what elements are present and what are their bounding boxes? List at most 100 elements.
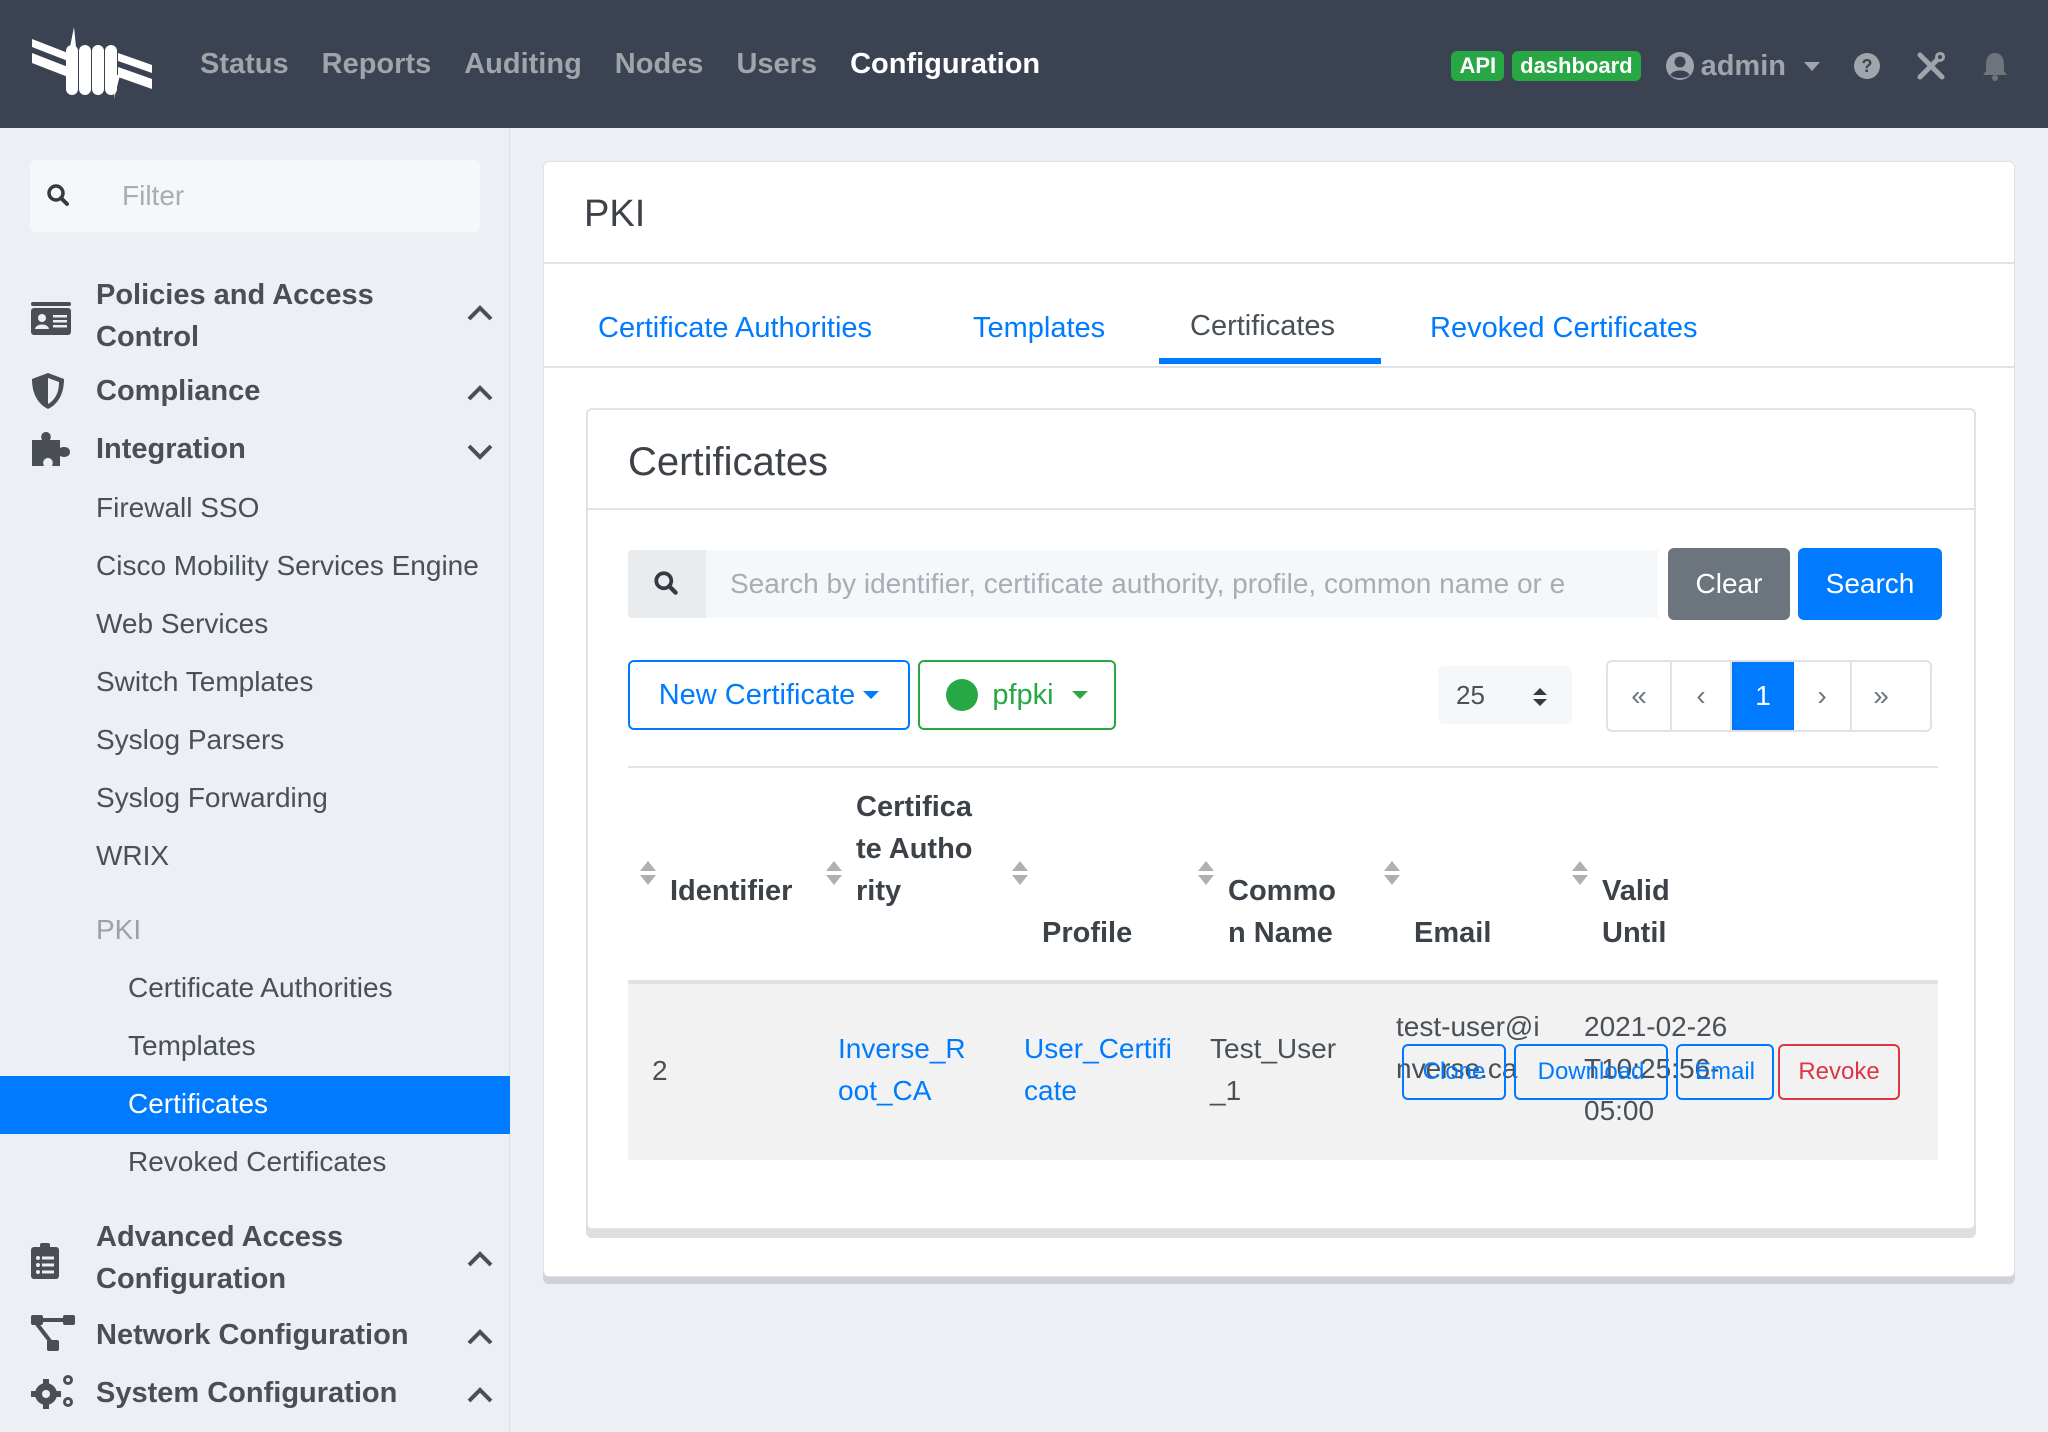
sort-icon[interactable] [1010, 858, 1030, 893]
panel-title: Certificates [628, 440, 829, 484]
navbar-right: API dashboard admin ? [1451, 46, 2048, 86]
sidebar-item-syslog-forwarding[interactable]: Syslog Forwarding [96, 778, 328, 818]
clear-button[interactable]: Clear [1668, 548, 1790, 620]
chevron-up-icon [466, 304, 494, 327]
pki-tabs: Certificate Authorities Templates Certif… [544, 264, 2014, 368]
nav-configuration[interactable]: Configuration [850, 44, 1040, 84]
packetfence-logo[interactable] [30, 25, 155, 100]
search-input[interactable] [706, 550, 1658, 618]
sidebar-item-certificate-authorities[interactable]: Certificate Authorities [128, 968, 393, 1008]
provider-label: pfpki [992, 678, 1054, 711]
chevron-down-icon [466, 442, 494, 465]
bell-icon[interactable] [1978, 49, 2012, 83]
chevron-up-icon [466, 1328, 494, 1351]
tab-certificates[interactable]: Certificates [1190, 306, 1335, 346]
sidebar-filter-input[interactable] [90, 160, 470, 232]
sidebar-item-switch-templates[interactable]: Switch Templates [96, 662, 313, 702]
nav-users[interactable]: Users [736, 44, 817, 84]
new-certificate-label: New Certificate [658, 678, 856, 711]
sidebar-section-label: Policies and Access Control [96, 279, 374, 353]
page-prev-button[interactable]: ‹ [1672, 662, 1732, 730]
sidebar-section-label: Network Configuration [96, 1319, 409, 1351]
sidebar-section-system[interactable]: System Configuration [0, 1372, 510, 1418]
divider [544, 366, 2014, 368]
email-button[interactable]: Email [1676, 1044, 1774, 1100]
per-page-value: 25 [1456, 679, 1485, 710]
user-menu[interactable]: admin [1665, 50, 1820, 83]
chevron-up-icon [466, 1250, 494, 1273]
tab-revoked-certificates[interactable]: Revoked Certificates [1430, 308, 1698, 348]
divider [588, 508, 1974, 510]
column-header-valid-until[interactable]: Valid Until [1602, 870, 1682, 954]
chevron-down-icon [1804, 61, 1820, 71]
top-navbar: Status Reports Auditing Nodes Users Conf… [0, 0, 2048, 128]
sidebar-section-integration[interactable]: Integration [0, 428, 510, 474]
page-title: PKI [584, 193, 646, 235]
column-header-identifier[interactable]: Identifier [670, 870, 800, 912]
sidebar-section-advanced-access[interactable]: Advanced Access Configuration [0, 1216, 510, 1306]
table-row[interactable]: 2 Inverse_Root_CA User_Certificate Test_… [628, 984, 1938, 1160]
search-button[interactable]: Search [1798, 548, 1942, 620]
caret-down-icon [1071, 691, 1088, 699]
column-header-profile[interactable]: Profile [1042, 912, 1132, 954]
sidebar-section-network[interactable]: Network Configuration [0, 1314, 510, 1360]
search-icon [628, 550, 706, 618]
sidebar-item-firewall-sso[interactable]: Firewall SSO [96, 488, 259, 528]
sidebar-section-policies[interactable]: Policies and Access Control [0, 274, 510, 364]
nav-nodes[interactable]: Nodes [615, 44, 704, 84]
sidebar-item-certificates[interactable]: Certificates [128, 1084, 268, 1124]
sort-icon[interactable] [1570, 858, 1590, 893]
download-button[interactable]: Download [1514, 1044, 1668, 1100]
clone-button[interactable]: Clone [1402, 1044, 1506, 1100]
shield-icon [30, 372, 66, 415]
sort-icon[interactable] [638, 858, 658, 893]
svg-text:?: ? [1862, 56, 1873, 76]
sidebar-item-wrix[interactable]: WRIX [96, 836, 169, 876]
revoke-button[interactable]: Revoke [1778, 1044, 1900, 1100]
nav-status[interactable]: Status [200, 44, 289, 84]
status-dot-icon [946, 679, 979, 711]
active-tab-indicator [1159, 358, 1381, 364]
puzzle-icon [30, 430, 72, 473]
per-page-select[interactable]: 25 [1438, 666, 1572, 724]
sidebar-section-compliance[interactable]: Compliance [0, 370, 510, 416]
column-header-email[interactable]: Email [1414, 912, 1491, 954]
sidebar-section-label: Integration [96, 433, 246, 465]
caret-down-icon [863, 691, 880, 699]
sidebar-item-revoked-certificates[interactable]: Revoked Certificates [128, 1142, 386, 1182]
sort-icon[interactable] [1196, 858, 1216, 893]
page-next-button[interactable]: › [1794, 662, 1852, 730]
page-1-button[interactable]: 1 [1732, 662, 1794, 730]
pki-card: PKI Certificate Authorities Templates Ce… [543, 161, 2015, 1277]
network-icon [30, 1314, 76, 1357]
question-circle-icon[interactable]: ? [1850, 49, 1884, 83]
sort-icon[interactable] [1382, 858, 1402, 893]
chevron-up-icon [466, 384, 494, 407]
tab-certificate-authorities[interactable]: Certificate Authorities [598, 308, 872, 348]
provider-dropdown[interactable]: pfpki [918, 660, 1116, 730]
user-circle-icon [1665, 51, 1695, 81]
cell-certificate-authority[interactable]: Inverse_Root_CA [838, 1028, 968, 1112]
id-card-icon [30, 302, 72, 341]
api-badge[interactable]: API [1451, 51, 1505, 81]
nav-auditing[interactable]: Auditing [464, 44, 582, 84]
sort-icon[interactable] [824, 858, 844, 893]
cell-identifier: 2 [652, 1055, 668, 1086]
page-first-button[interactable]: « [1608, 662, 1672, 730]
sidebar-item-templates[interactable]: Templates [128, 1026, 256, 1066]
new-certificate-dropdown[interactable]: New Certificate [628, 660, 910, 730]
cell-profile[interactable]: User_Certificate [1024, 1028, 1174, 1112]
divider [628, 766, 1938, 768]
tools-icon[interactable] [1914, 49, 1948, 83]
sidebar-item-syslog-parsers[interactable]: Syslog Parsers [96, 720, 284, 760]
column-header-common-name[interactable]: Common Name [1228, 870, 1348, 954]
nav-reports[interactable]: Reports [322, 44, 432, 84]
page-last-button[interactable]: » [1852, 662, 1910, 730]
sidebar-item-cisco-mse[interactable]: Cisco Mobility Services Engine [96, 546, 479, 586]
sidebar-group-pki: PKI [96, 914, 142, 945]
sidebar-item-web-services[interactable]: Web Services [96, 604, 268, 644]
main-nav: Status Reports Auditing Nodes Users Conf… [200, 44, 1073, 84]
dashboard-badge[interactable]: dashboard [1512, 51, 1641, 81]
column-header-certificate-authority[interactable]: Certificate Authority [856, 786, 978, 912]
tab-templates[interactable]: Templates [973, 308, 1105, 348]
